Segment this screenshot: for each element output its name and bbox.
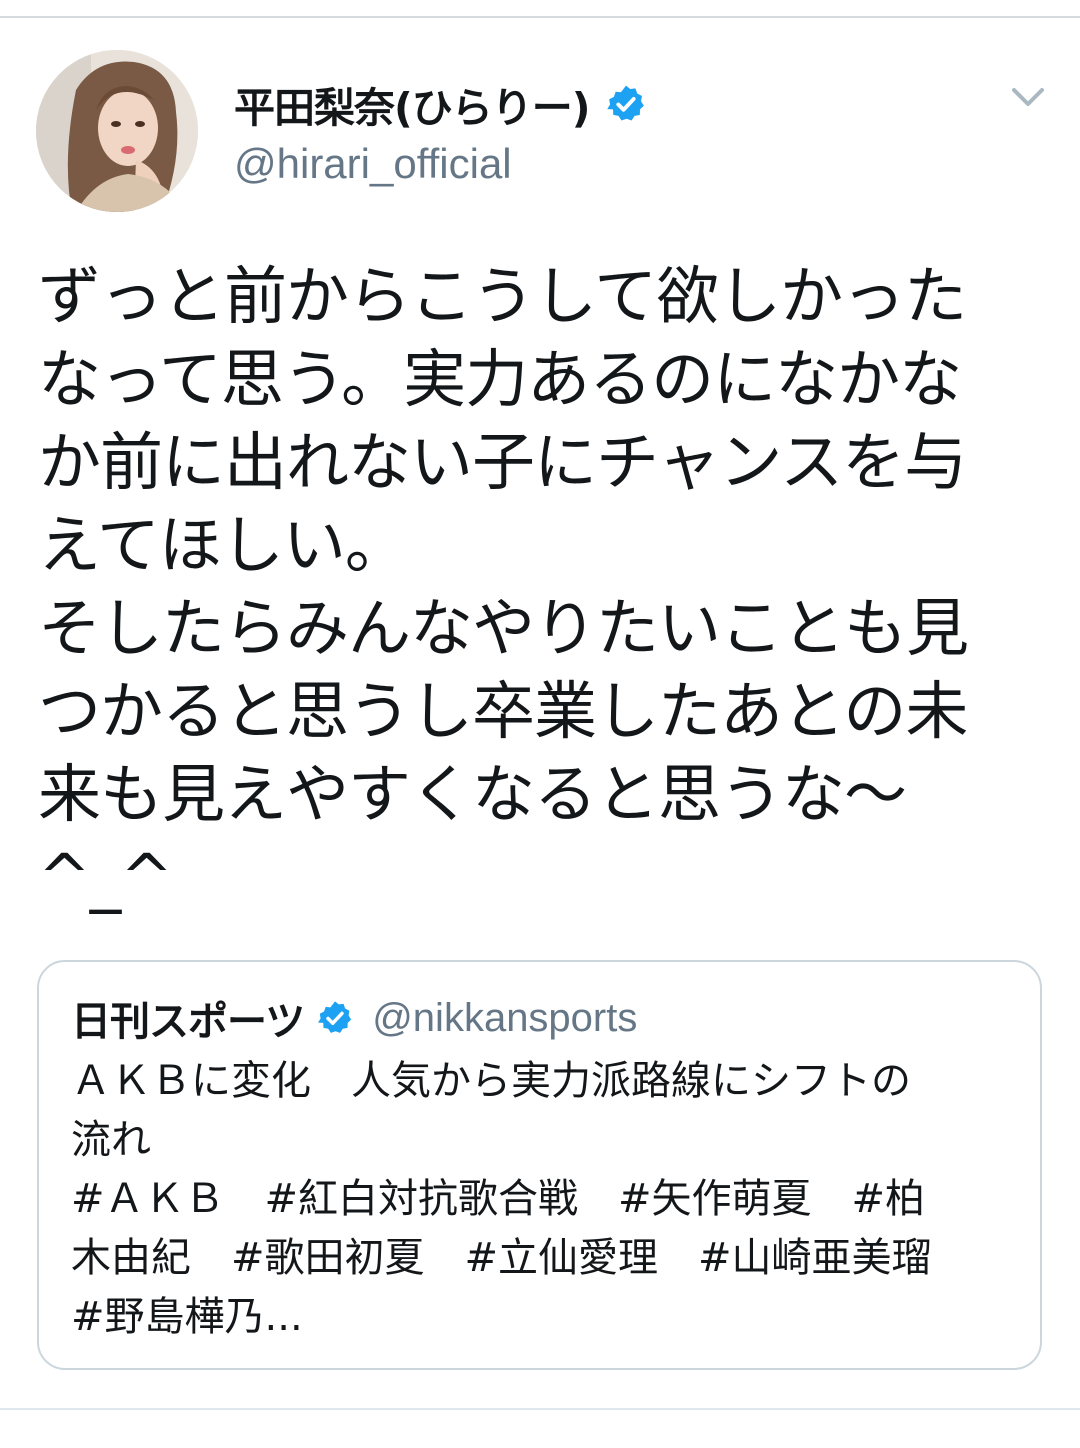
bottom-divider <box>0 1408 1080 1410</box>
verified-badge-icon <box>316 999 354 1037</box>
author-display-name[interactable]: 平田梨奈(ひらりー) <box>234 74 590 134</box>
quoted-tweet-text: ＡＫＢに変化 人気から実力派路線にシフトの 流れ #ＡＫＢ #紅白対抗歌合戦 #… <box>71 1058 932 1340</box>
profile-photo-icon <box>36 50 198 212</box>
quoted-display-name: 日刊スポーツ <box>71 999 305 1045</box>
top-divider <box>0 0 1080 18</box>
verified-badge-icon <box>605 83 647 125</box>
chevron-down-icon[interactable] <box>1006 80 1050 114</box>
author-handle[interactable]: @hirari_official <box>234 140 512 188</box>
author-name-row: 平田梨奈(ひらりー) <box>234 74 647 134</box>
tweet-text: ずっと前からこうして欲しかった なって思う。実力あるのになかな か前に出れない子… <box>38 260 969 914</box>
quoted-handle: @nikkansports <box>372 995 638 1040</box>
quoted-tweet-card[interactable]: 日刊スポーツ @nikkansports ＡＫＢに変化 人気から実力派路線にシフ… <box>37 960 1042 1370</box>
quoted-tweet-header: 日刊スポーツ @nikkansports <box>71 990 637 1046</box>
author-avatar[interactable] <box>36 50 198 212</box>
